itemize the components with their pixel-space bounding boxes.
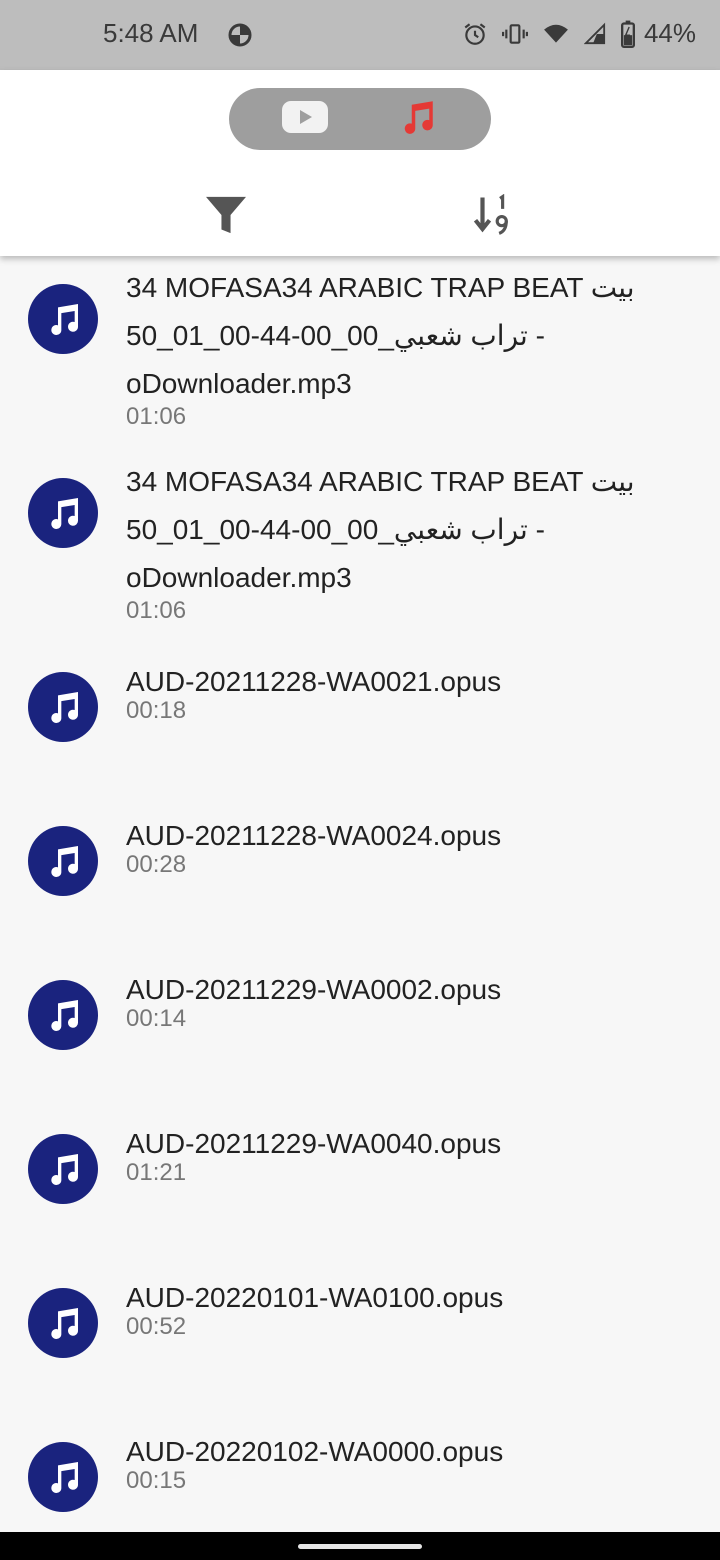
alarm-icon — [462, 21, 488, 47]
signal-icon — [583, 22, 606, 46]
home-gesture-handle[interactable] — [298, 1544, 422, 1549]
music-tab[interactable] — [351, 88, 482, 150]
source-toggle — [229, 88, 491, 150]
data-saver-icon — [228, 23, 252, 47]
music-note-icon — [28, 1442, 98, 1512]
music-note-icon — [28, 1288, 98, 1358]
sort-button[interactable] — [463, 193, 523, 241]
youtube-icon — [281, 100, 328, 138]
app-header — [0, 70, 720, 256]
music-note-icon — [28, 980, 98, 1050]
filter-icon — [204, 195, 248, 240]
file-title: 34 MOFASA34 ARABIC TRAP BEAT بيت تراب شع… — [126, 272, 635, 399]
wifi-icon — [542, 21, 570, 47]
music-note-icon — [28, 672, 98, 742]
music-note-icon — [395, 96, 439, 143]
music-note-icon — [28, 284, 98, 354]
vibrate-icon — [501, 21, 528, 47]
status-bar: 5:48 AM 44% — [0, 0, 720, 70]
battery-percent: 44% — [643, 18, 696, 48]
music-note-icon — [28, 478, 98, 548]
status-time: 5:48 AM — [103, 18, 199, 48]
battery-icon — [620, 20, 636, 48]
sort-numeric-icon — [471, 193, 515, 241]
music-note-icon — [28, 826, 98, 896]
system-nav-bar — [0, 1532, 720, 1560]
filter-button[interactable] — [196, 193, 256, 241]
music-note-icon — [28, 1134, 98, 1204]
file-title: 34 MOFASA34 ARABIC TRAP BEAT بيت تراب شع… — [126, 466, 635, 593]
